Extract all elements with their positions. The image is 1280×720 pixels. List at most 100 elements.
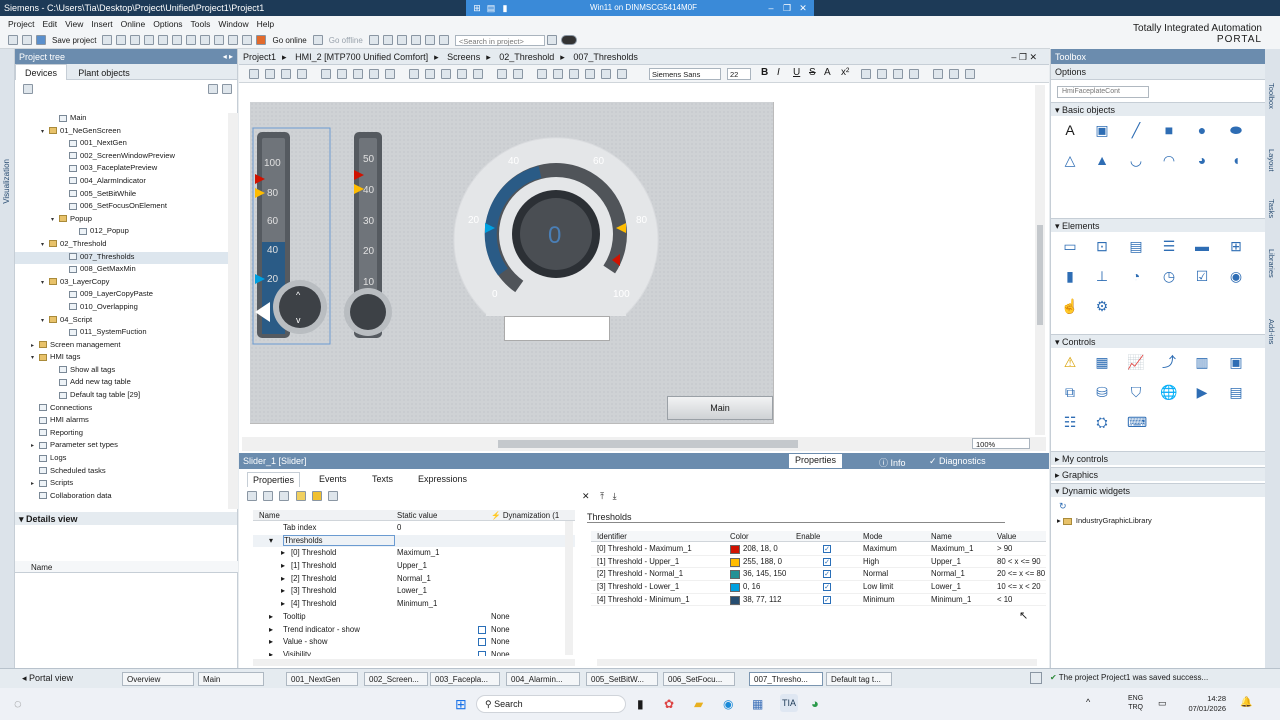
threshold-enable-checkbox[interactable]: ✓ [823, 557, 831, 566]
rectangle-tool-icon[interactable]: ■ [1160, 121, 1178, 139]
tab-properties[interactable]: Properties [247, 472, 301, 487]
property-row[interactable]: ▾ Thresholds [253, 534, 575, 548]
accessible-devices-icon[interactable] [368, 35, 379, 45]
menu-insert[interactable]: Insert [91, 19, 112, 29]
threshold-mode[interactable]: High [863, 557, 879, 566]
tab-events[interactable]: Events [314, 472, 352, 486]
threshold-value[interactable]: > 90 [997, 544, 1012, 553]
crumb-screens[interactable]: Screens [447, 52, 480, 62]
property-value[interactable]: Upper_1 [397, 561, 427, 570]
threshold-name[interactable]: Upper_1 [931, 557, 961, 566]
send-back-icon[interactable] [425, 69, 435, 79]
online-icon[interactable] [256, 35, 267, 45]
property-dynamization[interactable]: None [491, 650, 510, 656]
sort-icon[interactable] [247, 491, 257, 501]
property-row[interactable]: ▸ Trend indicator - show None [253, 624, 575, 637]
property-checkbox[interactable] [478, 625, 486, 634]
tree-item[interactable]: Show all tags [15, 365, 228, 378]
clock[interactable]: 14:28 07/01/2026 [1180, 694, 1226, 714]
tree-item[interactable]: ▸ Screen management [15, 340, 228, 353]
threshold-identifier[interactable]: [4] Threshold - Minimum_1 [597, 595, 690, 604]
tab-plant-objects[interactable]: Plant objects [69, 65, 139, 81]
system-diagnosis-icon[interactable]: ⛉ [1127, 383, 1145, 401]
tree-item[interactable]: 010_Overlapping [15, 302, 228, 315]
rail-tasks[interactable]: Tasks [1267, 199, 1276, 218]
expand-icon[interactable]: ▸ [281, 561, 285, 570]
pattern-icon[interactable] [601, 69, 611, 79]
zoom-icon[interactable] [537, 69, 547, 79]
property-row[interactable]: ▸ Visibility None [253, 649, 575, 656]
hmi-symbol-icon[interactable]: ⚙ [1093, 297, 1111, 315]
menu-online[interactable]: Online [121, 19, 146, 29]
text-tool-icon[interactable]: A [1061, 121, 1079, 139]
expand-icon[interactable]: ▸ [281, 586, 285, 595]
crumb-folder[interactable]: 02_Threshold [499, 52, 554, 62]
property-row[interactable]: ▸ Value - show None [253, 636, 575, 649]
offline-icon[interactable] [312, 35, 323, 45]
tree-item[interactable]: Main [15, 113, 228, 126]
task-view-icon[interactable]: ▮ [637, 697, 644, 711]
menu-project[interactable]: Project [8, 19, 34, 29]
windows-start-icon[interactable]: ⊞ [455, 696, 467, 713]
property-checkbox[interactable] [478, 650, 486, 656]
snap-icon[interactable] [513, 69, 523, 79]
threshold-color-swatch[interactable] [730, 583, 740, 593]
store-icon[interactable]: ▦ [752, 697, 763, 711]
align-center-icon[interactable] [265, 69, 275, 79]
tree-overview-icon[interactable] [208, 84, 218, 94]
copy-icon[interactable] [130, 35, 141, 45]
expand-icon[interactable]: ▸ [269, 612, 273, 621]
bar-element-icon[interactable]: ▬ [1193, 237, 1211, 255]
taskbar-search[interactable]: ⚲ Search [476, 695, 626, 713]
threshold-color-swatch[interactable] [730, 545, 740, 554]
tray-chevron-icon[interactable]: ^ [1086, 697, 1090, 707]
editor-tab[interactable]: 006_SetFocu... [663, 672, 735, 686]
process-control-icon[interactable]: ▣ [1227, 353, 1245, 371]
property-row[interactable]: Tab index 0 [253, 522, 575, 535]
circle-tool-icon[interactable]: ● [1193, 121, 1211, 139]
tree-item[interactable]: ▸ Parameter set types [15, 440, 228, 453]
editor-tab[interactable]: 003_Facepla... [430, 672, 500, 686]
text-align-left-icon[interactable] [861, 69, 871, 79]
threshold-enable-checkbox[interactable]: ✓ [823, 595, 831, 604]
property-dynamization[interactable]: None [491, 637, 510, 646]
tree-item[interactable]: 002_ScreenWindowPreview [15, 151, 228, 164]
menu-options[interactable]: Options [153, 19, 182, 29]
threshold-color-value[interactable]: 255, 188, 0 [743, 557, 782, 566]
property-row[interactable]: ▸ [2] Threshold Normal_1 [253, 573, 575, 586]
menu-view[interactable]: View [65, 19, 83, 29]
prop-grid-hscroll[interactable] [253, 659, 575, 666]
align-right-icon[interactable] [281, 69, 291, 79]
text-align-center-icon[interactable] [877, 69, 887, 79]
go-offline-button[interactable]: Go offline [329, 36, 363, 45]
property-row[interactable]: ▸ [3] Threshold Lower_1 [253, 585, 575, 598]
circle-segment-tool-icon[interactable]: ◕ [1193, 151, 1211, 169]
edge-icon[interactable]: ◉ [723, 697, 733, 711]
expand-icon[interactable]: ▾ [41, 241, 49, 248]
threshold-identifier[interactable]: [2] Threshold - Normal_1 [597, 569, 683, 578]
rail-layout[interactable]: Layout [1267, 149, 1276, 172]
zoom-select[interactable]: 100% [972, 438, 1030, 449]
clock-icon[interactable]: ◷ [1160, 267, 1178, 285]
details-name-column[interactable]: Name [15, 561, 238, 573]
expand-icon[interactable]: ▾ [269, 536, 273, 545]
crumb-screen[interactable]: 007_Thresholds [573, 52, 638, 62]
font-family-select[interactable]: Siemens Sans [649, 68, 721, 80]
threshold-value[interactable]: < 10 [997, 595, 1012, 604]
pin-icon[interactable]: ⊞ [472, 3, 482, 13]
open-project-icon[interactable] [22, 35, 32, 45]
hmi-screen-canvas[interactable]: 100 80 60 40 20 ^ v 50 40 30 20 10 0 20 … [250, 102, 774, 424]
tree-item[interactable]: 008_GetMaxMin [15, 264, 228, 277]
threshold-enable-checkbox[interactable]: ✓ [823, 545, 831, 553]
save-icon[interactable] [36, 35, 46, 45]
elliptical-arc-tool-icon[interactable]: ◠ [1160, 151, 1178, 169]
expand-icon[interactable]: ▸ [281, 574, 285, 583]
menu-help[interactable]: Help [257, 19, 274, 29]
threshold-color-swatch[interactable] [730, 595, 740, 605]
tree-item[interactable]: ▸ Scripts [15, 478, 228, 491]
gauge-icon[interactable]: ◔ [1127, 267, 1145, 285]
expand-icon[interactable]: ▾ [41, 317, 49, 324]
tree-scrollbar[interactable] [228, 113, 238, 509]
threshold-name[interactable]: Normal_1 [931, 569, 965, 578]
expand-icon[interactable]: ▸ [281, 599, 285, 608]
